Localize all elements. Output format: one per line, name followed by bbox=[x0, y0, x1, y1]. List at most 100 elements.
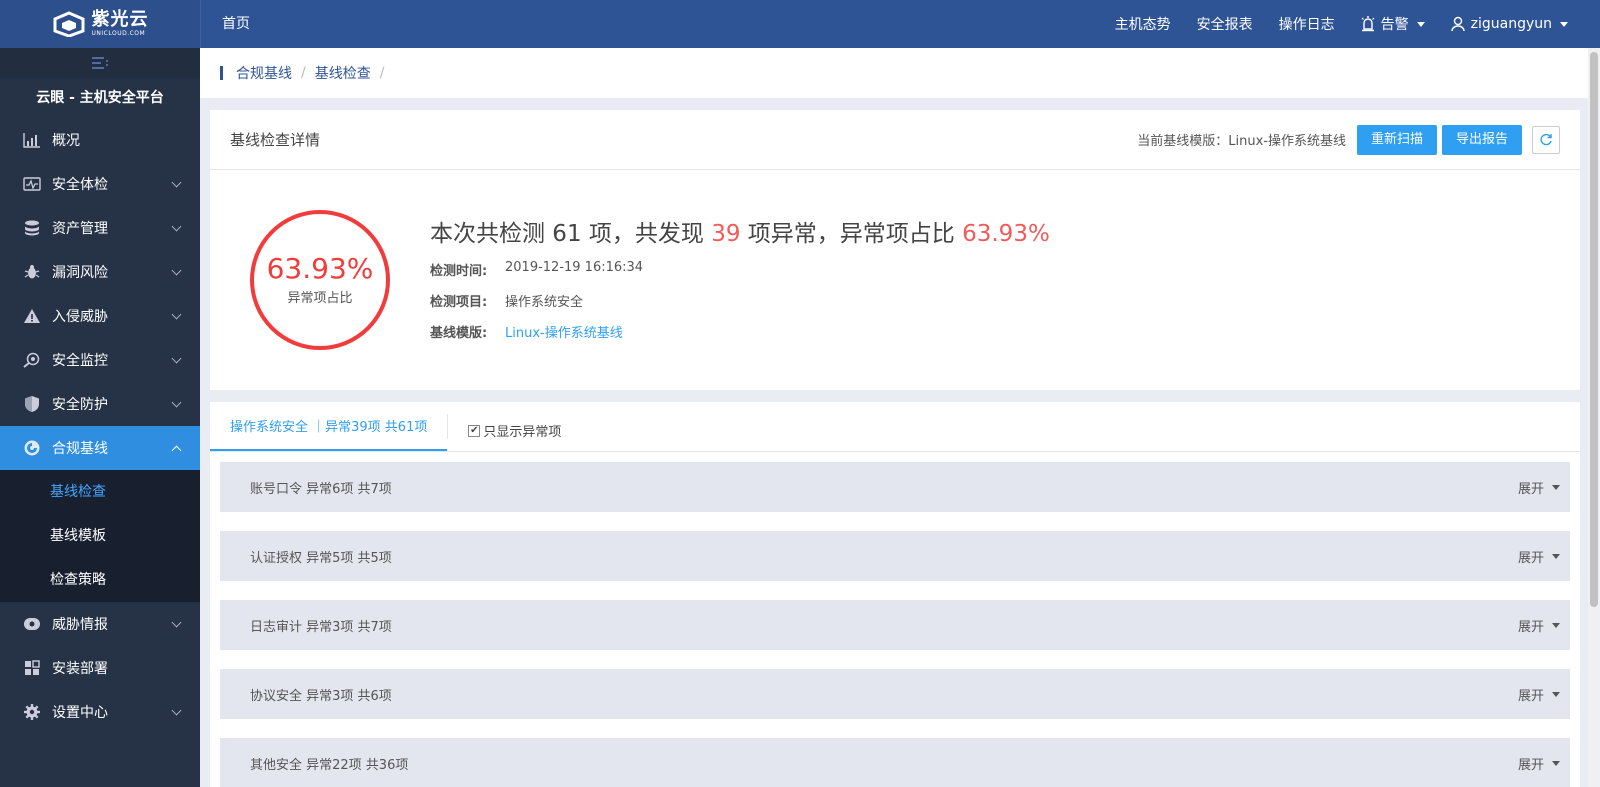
group-title: 日志审计 异常3项 共7项 bbox=[250, 619, 392, 635]
user-name: ziguangyun bbox=[1470, 16, 1552, 32]
group-title: 账号口令 异常6项 共7项 bbox=[250, 481, 392, 497]
caret-down-icon bbox=[1552, 760, 1560, 766]
detail-card: 基线检查详情 当前基线模版：Linux-操作系统基线 重新扫描 导出报告 63.… bbox=[210, 110, 1580, 390]
breadcrumb-separator: / bbox=[301, 65, 306, 81]
abnormal-ratio-label: 异常项占比 bbox=[287, 290, 353, 306]
caret-down-icon bbox=[1552, 622, 1560, 628]
only-abnormal-checkbox[interactable]: ✔ bbox=[468, 424, 481, 437]
page-title: 基线检查详情 bbox=[230, 131, 321, 149]
group-protocol[interactable]: 协议安全 异常3项 共6项 展开 bbox=[220, 669, 1570, 719]
sidebar-item-label: 设置中心 bbox=[52, 705, 108, 721]
check-item-value: 操作系统安全 bbox=[505, 295, 584, 310]
results-card: 操作系统安全 ｜异常39项 共61项 ✔ 只显示异常项 账号口令 异常6项 共7… bbox=[210, 402, 1580, 787]
chart-icon bbox=[22, 130, 42, 150]
sidebar-item-label: 安全体检 bbox=[52, 177, 108, 193]
page-scrollbar[interactable] bbox=[1588, 48, 1600, 787]
group-other[interactable]: 其他安全 异常22项 共36项 展开 bbox=[220, 738, 1570, 787]
chevron-down-icon bbox=[171, 309, 182, 320]
export-report-button[interactable]: 导出报告 bbox=[1441, 124, 1522, 155]
expand-toggle[interactable]: 展开 bbox=[1518, 685, 1560, 704]
checkup-icon bbox=[22, 174, 42, 194]
warning-icon bbox=[22, 306, 42, 326]
sidebar-item-label: 安装部署 bbox=[52, 661, 108, 677]
summary-headline: 本次共检测 61 项，共发现 39 项异常，异常项占比 63.93% bbox=[430, 221, 1050, 247]
sidebar-item-overview[interactable]: 概况 bbox=[0, 118, 200, 162]
refresh-button[interactable] bbox=[1532, 125, 1560, 154]
chevron-down-icon bbox=[171, 353, 182, 364]
nav-operation-log[interactable]: 操作日志 bbox=[1279, 14, 1335, 34]
rescan-button[interactable]: 重新扫描 bbox=[1356, 124, 1437, 155]
baseline-template-label: 基线模版: bbox=[430, 326, 488, 341]
sidebar-item-label: 入侵威胁 bbox=[52, 309, 108, 325]
expand-toggle[interactable]: 展开 bbox=[1518, 478, 1560, 497]
abnormal-count: 39 bbox=[711, 221, 741, 247]
user-icon bbox=[1450, 16, 1465, 32]
sidebar-item-compliance[interactable]: 合规基线 bbox=[0, 426, 200, 470]
compliance-icon bbox=[22, 438, 42, 458]
top-bar: 紫光云 UNICLOUD.COM 首页 主机态势 安全报表 操作日志 告警 zi… bbox=[0, 0, 1600, 48]
scrollbar-thumb[interactable] bbox=[1590, 52, 1598, 607]
sidebar-item-threat-intel[interactable]: 威胁情报 bbox=[0, 602, 200, 646]
brand-domain: UNICLOUD.COM bbox=[91, 30, 146, 37]
intel-icon bbox=[22, 614, 42, 634]
sidebar-subitem-baseline-template[interactable]: 基线模板 bbox=[0, 514, 200, 558]
sidebar-item-settings[interactable]: 设置中心 bbox=[0, 690, 200, 734]
nav-host-situation[interactable]: 主机态势 bbox=[1115, 14, 1171, 34]
expand-toggle[interactable]: 展开 bbox=[1518, 616, 1560, 635]
platform-title: 云眼 - 主机安全平台 bbox=[36, 90, 164, 106]
breadcrumb: 合规基线 / 基线检查 / bbox=[200, 48, 1588, 98]
alarm-menu[interactable]: 告警 bbox=[1361, 14, 1425, 34]
check-time-label: 检测时间: bbox=[430, 264, 488, 279]
nav-home[interactable]: 首页 bbox=[200, 0, 271, 48]
current-template-label: 当前基线模版：Linux-操作系统基线 bbox=[1137, 134, 1346, 149]
abnormal-ratio-value: 63.93% bbox=[266, 252, 374, 286]
nav-security-report[interactable]: 安全报表 bbox=[1197, 14, 1253, 34]
expand-toggle[interactable]: 展开 bbox=[1518, 754, 1560, 773]
group-log-audit[interactable]: 日志审计 异常3项 共7项 展开 bbox=[220, 600, 1570, 650]
chevron-down-icon bbox=[171, 221, 182, 232]
chevron-up-icon bbox=[171, 445, 182, 456]
sidebar-item-label: 资产管理 bbox=[52, 221, 108, 237]
breadcrumb-baseline-check[interactable]: 基线检查 bbox=[315, 63, 371, 83]
user-menu[interactable]: ziguangyun bbox=[1450, 16, 1568, 32]
sidebar-item-label: 漏洞风险 bbox=[52, 265, 108, 281]
only-abnormal-toggle[interactable]: ✔ 只显示异常项 bbox=[448, 402, 561, 451]
chevron-down-icon bbox=[171, 265, 182, 276]
chevron-down-icon bbox=[171, 177, 182, 188]
alarm-label: 告警 bbox=[1380, 17, 1409, 33]
sidebar-subitem-check-policy[interactable]: 检查策略 bbox=[0, 558, 200, 602]
chevron-down-icon bbox=[1416, 21, 1425, 27]
refresh-icon bbox=[1540, 133, 1552, 145]
check-summary: 本次共检测 61 项，共发现 39 项异常，异常项占比 63.93% 检测时间:… bbox=[430, 214, 1050, 341]
sidebar-item-vuln[interactable]: 漏洞风险 bbox=[0, 250, 200, 294]
logo-icon bbox=[53, 11, 84, 37]
sidebar-item-deploy[interactable]: 安装部署 bbox=[0, 646, 200, 690]
logo[interactable]: 紫光云 UNICLOUD.COM bbox=[0, 0, 200, 48]
sidebar-item-intrusion[interactable]: 入侵威胁 bbox=[0, 294, 200, 338]
abnormal-ratio-ring: 63.93% 异常项占比 bbox=[250, 210, 390, 350]
expand-toggle[interactable]: 展开 bbox=[1518, 547, 1560, 566]
check-item-label: 检测项目: bbox=[430, 295, 488, 310]
group-auth[interactable]: 认证授权 异常5项 共5项 展开 bbox=[220, 531, 1570, 581]
group-title: 协议安全 异常3项 共6项 bbox=[250, 688, 392, 704]
chevron-down-icon bbox=[171, 397, 182, 408]
alarm-icon bbox=[1361, 16, 1375, 32]
sidebar-toggle[interactable] bbox=[0, 48, 200, 78]
sidebar-item-label: 威胁情报 bbox=[52, 617, 108, 633]
menu-icon bbox=[92, 57, 108, 69]
sidebar-subitem-baseline-check[interactable]: 基线检查 bbox=[0, 470, 200, 514]
sidebar-item-assets[interactable]: 资产管理 bbox=[0, 206, 200, 250]
caret-down-icon bbox=[1552, 691, 1560, 697]
breadcrumb-separator: / bbox=[379, 65, 385, 81]
sidebar-item-protection[interactable]: 安全防护 bbox=[0, 382, 200, 426]
caret-down-icon bbox=[1552, 553, 1560, 559]
sidebar: 云眼 - 主机安全平台 概况 安全体检 资产管理 漏洞风险 入侵威胁 安全监控 … bbox=[0, 48, 200, 787]
deploy-icon bbox=[22, 658, 42, 678]
breadcrumb-compliance[interactable]: 合规基线 bbox=[236, 63, 292, 83]
sidebar-item-monitor[interactable]: 安全监控 bbox=[0, 338, 200, 382]
group-account-password[interactable]: 账号口令 异常6项 共7项 展开 bbox=[220, 462, 1570, 512]
check-time-value: 2019-12-19 16:16:34 bbox=[505, 260, 644, 275]
sidebar-item-checkup[interactable]: 安全体检 bbox=[0, 162, 200, 206]
baseline-template-link[interactable]: Linux-操作系统基线 bbox=[505, 322, 623, 341]
tab-os-security[interactable]: 操作系统安全 ｜异常39项 共61项 bbox=[210, 402, 448, 451]
